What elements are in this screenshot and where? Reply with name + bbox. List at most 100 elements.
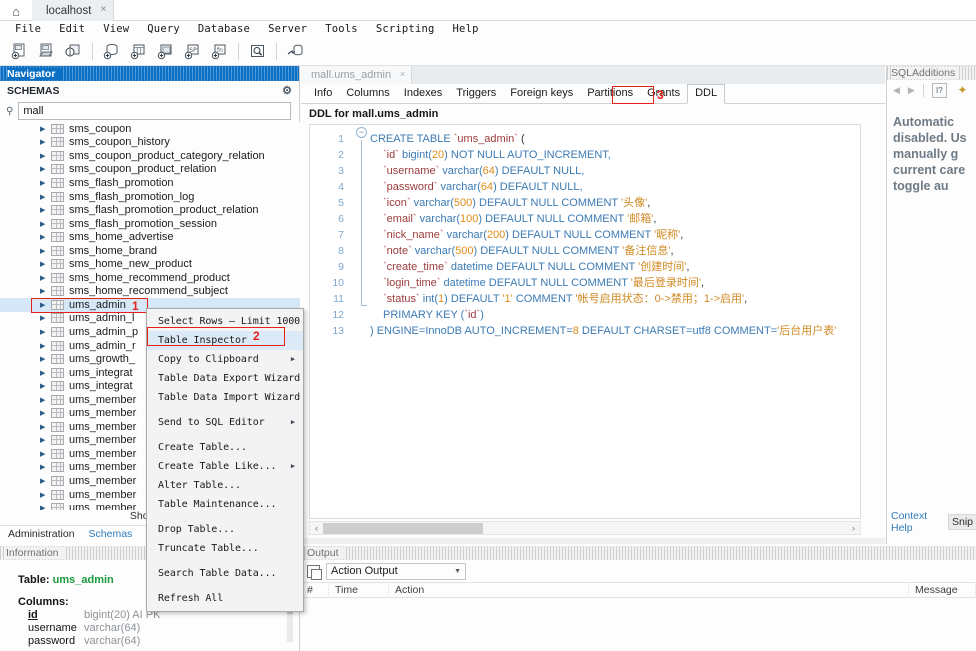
expand-arrow-icon[interactable]: ▶ [40,450,51,458]
menu-item-search-table-data[interactable]: Search Table Data... [147,564,303,583]
home-icon[interactable]: ⌂ [6,2,26,20]
expand-arrow-icon[interactable]: ▶ [40,287,51,295]
expand-arrow-icon[interactable]: ▶ [40,355,51,363]
expand-arrow-icon[interactable]: ▶ [40,165,51,173]
pin-output-icon[interactable] [307,564,322,580]
menu-item-drop-table[interactable]: Drop Table... [147,520,303,539]
expand-arrow-icon[interactable]: ▶ [40,125,51,133]
output-view-select[interactable]: Action Output ▼ [326,562,466,580]
help-index-icon[interactable]: I? [931,82,947,98]
expand-arrow-icon[interactable]: ▶ [40,152,51,160]
tree-item[interactable]: ▶ sms_home_recommend_product [0,271,300,285]
subtab-indexes[interactable]: Indexes [397,85,450,103]
menu-query[interactable]: Query [138,21,189,38]
refresh-icon[interactable]: ⚙ [282,84,292,97]
ddl-code-view[interactable]: − 1 CREATE TABLE `ums_admin` (2 `id` bigin… [309,124,861,519]
tree-item[interactable]: ▶ sms_flash_promotion_log [0,190,300,204]
expand-arrow-icon[interactable]: ▶ [40,436,51,444]
expand-arrow-icon[interactable]: ▶ [40,314,51,322]
auto-context-help-icon[interactable]: ✦ [955,83,970,98]
new-sql-tab-icon[interactable] [6,40,32,64]
menu-scripting[interactable]: Scripting [367,21,444,38]
expand-arrow-icon[interactable]: ▶ [40,260,51,268]
expand-arrow-icon[interactable]: ▶ [40,328,51,336]
tab-schemas[interactable]: Schemas [89,528,133,540]
new-function-icon[interactable]: fn [206,40,232,64]
tree-item[interactable]: ▶ sms_home_recommend_subject [0,285,300,299]
menu-edit[interactable]: Edit [50,21,94,38]
menu-help[interactable]: Help [444,21,488,38]
tree-item[interactable]: ▶ sms_coupon_product_category_relation [0,149,300,163]
expand-arrow-icon[interactable]: ▶ [40,274,51,282]
new-table-icon[interactable] [125,40,151,64]
tree-item[interactable]: ▶ sms_home_advertise [0,230,300,244]
forward-arrow-icon[interactable]: ▶ [908,85,915,96]
table-context-menu[interactable]: Select Rows – Limit 1000 Table Inspector C… [146,308,304,612]
open-sql-script-icon[interactable] [33,40,59,64]
code-horizontal-scrollbar[interactable]: ‹ › [309,521,861,535]
scroll-right-icon[interactable]: › [847,523,860,533]
close-icon[interactable]: × [400,69,405,79]
menu-item-send-to-sql-editor[interactable]: Send to SQL Editor ▶ [147,413,303,432]
menu-item-table-data-export-wizard[interactable]: Table Data Export Wizard [147,369,303,388]
menu-item-truncate-table[interactable]: Truncate Table... [147,539,303,558]
tab-administration[interactable]: Administration [8,528,75,540]
expand-arrow-icon[interactable]: ▶ [40,247,51,255]
tree-item[interactable]: ▶ sms_coupon_product_relation [0,163,300,177]
tree-item[interactable]: ▶ sms_home_new_product [0,257,300,271]
expand-arrow-icon[interactable]: ▶ [40,206,51,214]
tree-item[interactable]: ▶ sms_flash_promotion_product_relation [0,203,300,217]
menu-file[interactable]: File [6,21,50,38]
tree-item[interactable]: ▶ sms_flash_promotion_session [0,217,300,231]
expand-arrow-icon[interactable]: ▶ [40,179,51,187]
tree-item[interactable]: ▶ sms_home_brand [0,244,300,258]
reconnect-server-icon[interactable] [282,40,308,64]
subtab-columns[interactable]: Columns [339,85,396,103]
scroll-left-icon[interactable]: ‹ [310,523,323,533]
tab-snippets[interactable]: Snip [947,514,976,530]
tree-item[interactable]: ▶ sms_coupon [0,122,300,136]
expand-arrow-icon[interactable]: ▶ [40,233,51,241]
new-schema-icon[interactable] [98,40,124,64]
menu-server[interactable]: Server [259,21,316,38]
new-view-icon[interactable] [152,40,178,64]
menu-item-table-data-import-wizard[interactable]: Table Data Import Wizard [147,388,303,407]
expand-arrow-icon[interactable]: ▶ [40,423,51,431]
close-icon[interactable]: × [101,4,107,16]
menu-database[interactable]: Database [189,21,259,38]
connection-tab-localhost[interactable]: localhost × [32,0,115,21]
tab-context-help[interactable]: Context Help [891,510,942,534]
expand-arrow-icon[interactable]: ▶ [40,369,51,377]
search-input[interactable] [18,102,291,120]
subtab-foreign-keys[interactable]: Foreign keys [503,85,580,103]
tree-item[interactable]: ▶ sms_coupon_history [0,136,300,150]
menu-item-create-table-like[interactable]: Create Table Like... ▶ [147,457,303,476]
menu-item-table-maintenance[interactable]: Table Maintenance... [147,495,303,514]
expand-arrow-icon[interactable]: ▶ [40,382,51,390]
editor-tab-ums-admin[interactable]: mall.ums_admin × [301,66,413,84]
expand-arrow-icon[interactable]: ▶ [40,463,51,471]
search-data-icon[interactable] [244,40,270,64]
new-procedure-icon[interactable]: SP [179,40,205,64]
expand-arrow-icon[interactable]: ▶ [40,477,51,485]
scrollbar-thumb[interactable] [323,522,483,534]
subtab-info[interactable]: Info [307,85,339,103]
menu-item-alter-table[interactable]: Alter Table... [147,476,303,495]
tree-item[interactable]: ▶ sms_flash_promotion [0,176,300,190]
menu-item-create-table[interactable]: Create Table... [147,438,303,457]
menu-tools[interactable]: Tools [316,21,367,38]
expand-arrow-icon[interactable]: ▶ [40,220,51,228]
expand-arrow-icon[interactable]: ▶ [40,138,51,146]
expand-arrow-icon[interactable]: ▶ [40,491,51,499]
menu-view[interactable]: View [94,21,138,38]
subtab-ddl[interactable]: DDL [687,84,726,104]
back-arrow-icon[interactable]: ◀ [893,85,900,96]
open-connection-info-icon[interactable]: i [60,40,86,64]
menu-item-refresh-all[interactable]: Refresh All [147,589,303,608]
expand-arrow-icon[interactable]: ▶ [40,193,51,201]
menu-item-copy-to-clipboard[interactable]: Copy to Clipboard ▶ [147,350,303,369]
expand-arrow-icon[interactable]: ▶ [40,342,51,350]
subtab-triggers[interactable]: Triggers [449,85,503,103]
expand-arrow-icon[interactable]: ▶ [40,396,51,404]
expand-arrow-icon[interactable]: ▶ [40,409,51,417]
